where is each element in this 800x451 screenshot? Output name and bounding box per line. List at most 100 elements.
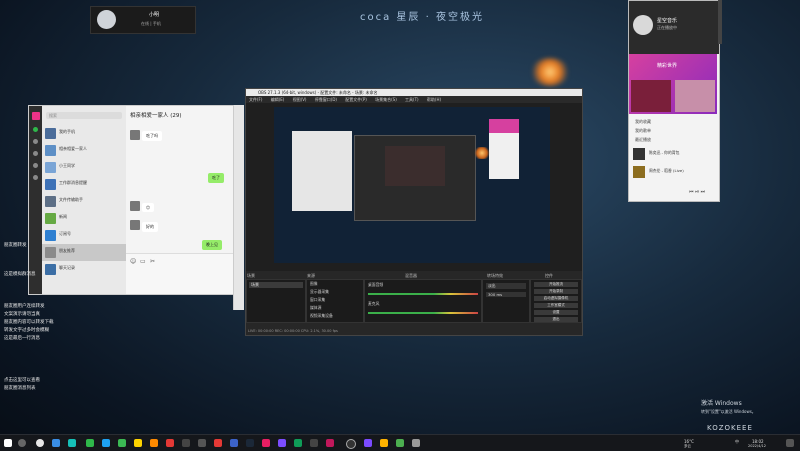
watermark-line: 激活 Windows — [701, 400, 742, 407]
wechat-icon[interactable] — [86, 439, 94, 447]
menu-item[interactable]: 帮助(H) — [427, 97, 441, 102]
avatar[interactable] — [130, 220, 140, 230]
start-icon[interactable] — [4, 439, 12, 447]
favorites-icon[interactable] — [33, 151, 38, 156]
clock-date[interactable]: 2022/4/12 — [748, 444, 766, 448]
scissors-icon[interactable]: ✂ — [150, 258, 155, 265]
start-recording-button[interactable]: 开始录制 — [534, 289, 578, 294]
music-menu-item[interactable]: 最近播放 — [635, 137, 651, 143]
transition-duration[interactable]: 300 ms — [486, 292, 526, 297]
list-item[interactable]: 我的手机 — [42, 125, 126, 142]
search-icon[interactable] — [18, 439, 26, 447]
app-icon[interactable] — [262, 439, 270, 447]
player-controls[interactable]: ⏮ ⏯ ⏭ — [689, 189, 705, 195]
obs-window[interactable]: OBS 27.1.3 (64-bit, windows) - 配置文件: 未命名… — [245, 88, 583, 336]
app-icon[interactable] — [310, 439, 318, 447]
source-item[interactable]: 媒体源 — [307, 304, 363, 312]
music-widget[interactable]: 星空音乐 正在播放中 精彩世界 我的收藏 我的歌单 最近播放 陈奕迅 - 你的背… — [628, 0, 720, 202]
notification-sub: 在线 | 手机 — [141, 21, 161, 26]
folder-icon[interactable]: ▭ — [140, 258, 146, 265]
app-icon[interactable] — [118, 439, 126, 447]
source-item[interactable]: 视频采集设备 — [307, 312, 363, 320]
scene-item[interactable]: 场景 — [249, 282, 303, 288]
overlay-text: 转发文字过多时会模糊 — [4, 328, 49, 333]
track-item[interactable]: 周杰伦 - 稻香 (Live) — [631, 164, 715, 180]
virtual-camera-button[interactable]: 启动虚拟摄像机 — [534, 296, 578, 301]
obs-titlebar[interactable]: OBS 27.1.3 (64-bit, windows) - 配置文件: 未命名… — [246, 89, 582, 96]
message-input[interactable]: ☺ ▭ ✂ — [126, 253, 234, 294]
app-icon[interactable] — [246, 439, 254, 447]
app-icon[interactable] — [150, 439, 158, 447]
menu-item[interactable]: 停靠窗口(D) — [315, 97, 337, 102]
track-item[interactable]: 陈奕迅 - 你的背包 — [631, 146, 715, 162]
obs-icon[interactable] — [346, 439, 356, 449]
transition-select[interactable]: 淡出 — [486, 283, 526, 289]
banner-image — [675, 80, 715, 112]
notification-icon[interactable] — [786, 439, 794, 447]
music-menu-item[interactable]: 我的收藏 — [635, 119, 651, 125]
captured-glow — [474, 147, 490, 159]
avatar[interactable] — [130, 130, 140, 140]
search-input[interactable]: 搜索 — [46, 112, 122, 119]
list-item[interactable]: 朋友推荐 — [42, 244, 126, 261]
scrollbar[interactable] — [718, 0, 722, 44]
list-item[interactable]: 工作群消息提醒 — [42, 176, 126, 193]
app-icon[interactable] — [52, 439, 60, 447]
app-icon[interactable] — [166, 439, 174, 447]
app-icon[interactable] — [294, 439, 302, 447]
taskbar: 16°C 多云 中 18:02 2022/4/12 — [0, 434, 800, 451]
contacts-icon[interactable] — [33, 139, 38, 144]
menu-item[interactable]: 编辑(E) — [271, 97, 285, 102]
menu-item[interactable]: 文件(F) — [249, 97, 262, 102]
app-icon[interactable] — [396, 439, 404, 447]
app-icon[interactable] — [278, 439, 286, 447]
list-item[interactable]: 聊天记录 — [42, 261, 126, 278]
chat-window[interactable]: 搜索 我的手机 相亲相爱一家人 小王同学 工作群消息提醒 文件传输助手 新闻 订… — [28, 105, 235, 295]
ime-indicator[interactable]: 中 — [735, 439, 739, 445]
app-icon[interactable] — [380, 439, 388, 447]
list-item[interactable]: 文件传输助手 — [42, 193, 126, 210]
list-item[interactable]: 新闻 — [42, 210, 126, 227]
top-notification[interactable]: 小明 在线 | 手机 — [90, 6, 196, 34]
studio-mode-button[interactable]: 工作室模式 — [534, 303, 578, 308]
source-item[interactable]: 图像 — [307, 280, 363, 288]
avatar[interactable] — [130, 201, 140, 211]
music-menu-item[interactable]: 我的歌单 — [635, 128, 651, 134]
app-icon[interactable] — [214, 439, 222, 447]
moments-icon[interactable] — [33, 175, 38, 180]
app-icon[interactable] — [326, 439, 334, 447]
source-item[interactable]: 窗口采集 — [307, 296, 363, 304]
watermark-line: 转到"设置"以激活 Windows。 — [701, 409, 756, 414]
app-icon[interactable] — [182, 439, 190, 447]
list-item[interactable]: 小王同学 — [42, 159, 126, 176]
emoji-icon[interactable]: ☺ — [130, 258, 136, 265]
menu-item[interactable]: 场景集合(S) — [375, 97, 397, 102]
app-icon[interactable] — [68, 439, 76, 447]
source-item[interactable]: 显示器采集 — [307, 288, 363, 296]
menu-item[interactable]: 工具(T) — [405, 97, 419, 102]
user-avatar-icon[interactable] — [31, 112, 40, 120]
audio-meter[interactable] — [368, 312, 478, 314]
app-icon[interactable] — [198, 439, 206, 447]
music-banner[interactable]: 精彩世界 — [629, 54, 717, 114]
weather-desc[interactable]: 多云 — [684, 444, 691, 449]
menu-item[interactable]: 配置文件(P) — [345, 97, 367, 102]
list-item[interactable]: 相亲相爱一家人 — [42, 142, 126, 159]
chat-icon[interactable] — [33, 127, 38, 132]
app-icon[interactable] — [364, 439, 372, 447]
app-icon[interactable] — [412, 439, 420, 447]
files-icon[interactable] — [33, 163, 38, 168]
start-streaming-button[interactable]: 开始推流 — [534, 282, 578, 287]
avatar[interactable] — [633, 15, 653, 35]
app-icon[interactable] — [36, 439, 44, 447]
nested-preview-frame — [385, 146, 445, 186]
app-icon[interactable] — [134, 439, 142, 447]
menu-item[interactable]: 视图(V) — [293, 97, 307, 102]
obs-preview[interactable] — [274, 107, 550, 263]
list-item[interactable]: 订阅号 — [42, 227, 126, 244]
app-icon[interactable] — [230, 439, 238, 447]
app-icon[interactable] — [102, 439, 110, 447]
obs-menubar: 文件(F) 编辑(E) 视图(V) 停靠窗口(D) 配置文件(P) 场景集合(S… — [246, 96, 582, 103]
settings-button[interactable]: 设置 — [534, 310, 578, 315]
exit-button[interactable]: 退出 — [534, 317, 578, 322]
